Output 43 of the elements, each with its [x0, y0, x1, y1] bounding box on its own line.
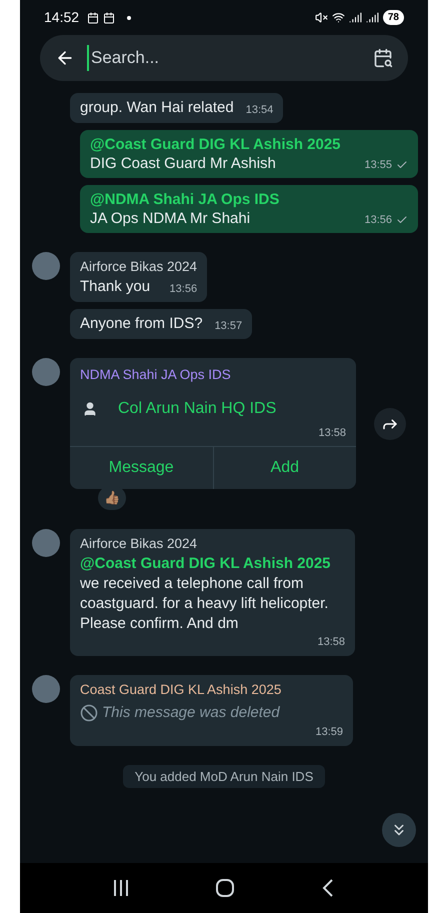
signal-icon	[348, 11, 362, 24]
calendar-icon	[87, 12, 100, 24]
sender-name: NDMA Shahi JA Ops IDS	[80, 367, 231, 382]
message-text: group. Wan Hai related	[80, 98, 234, 118]
system-message: You added MoD Arun Nain IDS	[122, 764, 326, 788]
sender-name: Airforce Bikas 2024	[80, 258, 198, 276]
avatar[interactable]	[32, 528, 60, 557]
calendar-search-icon[interactable]	[373, 48, 393, 68]
message-time: 13:56	[170, 282, 198, 297]
avatar[interactable]	[32, 674, 60, 702]
message-text: Anyone from IDS?	[80, 314, 203, 334]
battery-level: 78	[382, 10, 404, 25]
scroll-down-button[interactable]	[382, 813, 416, 847]
message-time: 13:56	[364, 212, 392, 228]
status-time: 14:52	[44, 8, 80, 27]
message-time: 13:58	[317, 635, 345, 650]
message-text: @Coast Guard DIG KL Ashish 2025 DIG Coast Guard Mr Ashish	[90, 135, 341, 173]
sender-name: Airforce Bikas 2024	[80, 534, 198, 553]
mute-icon	[314, 11, 328, 24]
avatar[interactable]	[32, 358, 60, 386]
calendar-icon	[103, 12, 116, 24]
message-time: 13:58	[318, 426, 346, 442]
deleted-message-text: This message was deleted	[102, 702, 280, 723]
forward-button[interactable]	[374, 408, 406, 440]
contact-name[interactable]: Col Arun Nain HQ IDS	[118, 397, 276, 422]
message-time: 13:55	[364, 158, 392, 172]
search-bar[interactable]: Search...	[40, 35, 408, 81]
message-text: Thank you	[80, 277, 150, 298]
avatar[interactable]	[32, 252, 60, 280]
recent-apps-icon[interactable]	[114, 880, 128, 896]
home-icon[interactable]	[216, 879, 234, 897]
contact-action-button[interactable]: Add	[212, 446, 356, 489]
contact-icon	[82, 401, 98, 418]
sender-name: Coast Guard DIG KL Ashish 2025	[80, 680, 282, 698]
deleted-icon	[80, 704, 98, 722]
message-text: @NDMA Shahi JA Ops IDS JA Ops NDMA Mr Shahi	[90, 190, 280, 228]
message-time: 13:57	[214, 318, 242, 334]
message-time: 13:59	[315, 725, 343, 740]
message-time: 13:54	[246, 102, 274, 118]
message-text: @Coast Guard DIG KL Ashish 2025 we received a telephone call from coastguard. for a heavy lift helicopter. Please confirm. And dm	[80, 554, 332, 634]
signal-icon	[366, 11, 379, 24]
search-field[interactable]: Search...	[87, 45, 361, 71]
back-nav-icon[interactable]	[322, 879, 334, 897]
